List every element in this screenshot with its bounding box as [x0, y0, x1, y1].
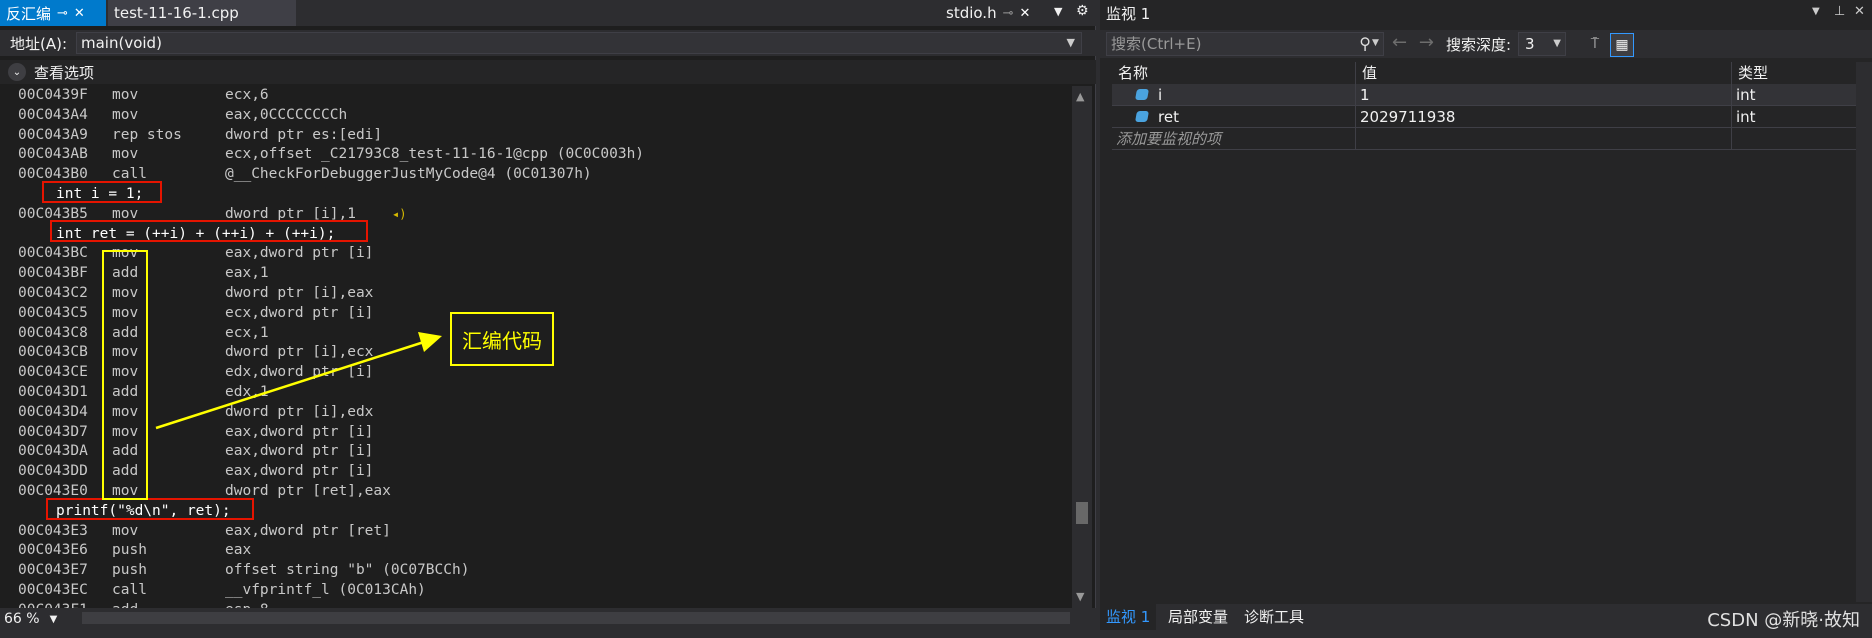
annotation-callout: 汇编代码: [450, 312, 554, 366]
watch-title-bar: 监视 1 ▼ ⊥ ✕: [1100, 0, 1872, 26]
tab-locals[interactable]: 局部变量: [1162, 604, 1234, 630]
chevron-down-icon[interactable]: ▼: [1812, 6, 1820, 17]
watch-row[interactable]: ret 2029711938 int: [1112, 106, 1856, 128]
search-depth-label: 搜索深度:: [1446, 36, 1512, 54]
status-strip: [0, 630, 1872, 638]
tab-diagnostic-tools[interactable]: 诊断工具: [1238, 604, 1310, 630]
column-header-value[interactable]: 值: [1356, 62, 1732, 84]
search-depth-combo[interactable]: 3 ▼: [1518, 32, 1566, 56]
variable-icon: [1135, 111, 1149, 122]
watch-row[interactable]: i 1 int: [1112, 84, 1856, 106]
watch-grid: 名称 值 类型 i 1 int ret 2029711938 int 添加要监视…: [1112, 62, 1856, 602]
watch-scrollbar[interactable]: [1856, 62, 1872, 602]
watch-toolbar: 搜索(Ctrl+E) ⚲ ▼ ← → 搜索深度: 3 ▼ ⍑ ▦: [1100, 30, 1872, 58]
variable-icon: [1135, 89, 1149, 100]
close-icon[interactable]: ✕: [1854, 4, 1865, 19]
column-header-name[interactable]: 名称: [1112, 62, 1356, 84]
search-depth-value: 3: [1525, 35, 1535, 53]
chevron-down-icon[interactable]: ▼: [1553, 33, 1561, 55]
watch-row-type: int: [1732, 106, 1856, 128]
pin-icon[interactable]: ⊥: [1834, 4, 1845, 19]
pin-filter-icon[interactable]: ⍑: [1584, 33, 1606, 55]
column-header-type[interactable]: 类型: [1732, 62, 1856, 84]
watch-row-type: int: [1732, 84, 1856, 106]
tab-watch-1[interactable]: 监视 1: [1100, 604, 1157, 630]
watch-row-name: i: [1158, 86, 1163, 104]
watch-row-value[interactable]: 1: [1356, 84, 1732, 106]
add-watch-item[interactable]: 添加要监视的项: [1112, 128, 1356, 150]
hex-display-icon[interactable]: ▦: [1610, 33, 1634, 57]
watch-add-row[interactable]: 添加要监视的项: [1112, 128, 1856, 150]
forward-arrow-icon[interactable]: →: [1419, 32, 1434, 53]
watch-search-placeholder: 搜索(Ctrl+E): [1111, 35, 1202, 53]
disassembly-pane: 反汇编 ⊸ ✕ test-11-16-1.cpp stdio.h ⊸ ✕ ▼ ⚙…: [0, 0, 1096, 638]
watch-row-name: ret: [1158, 108, 1179, 126]
search-icon[interactable]: ⚲: [1359, 33, 1371, 55]
watch-title: 监视 1: [1106, 4, 1151, 23]
watch-row-value[interactable]: 2029711938: [1356, 106, 1732, 128]
chevron-down-icon[interactable]: ▼: [1372, 38, 1379, 48]
watermark: CSDN @新晓·故知: [1707, 610, 1860, 631]
watch-search-input[interactable]: 搜索(Ctrl+E) ⚲: [1106, 32, 1384, 56]
nav-arrows: ← →: [1392, 32, 1434, 53]
watch-pane: 监视 1 ▼ ⊥ ✕ 搜索(Ctrl+E) ⚲ ▼ ← → 搜索深度: 3 ▼ …: [1100, 0, 1872, 638]
back-arrow-icon[interactable]: ←: [1392, 32, 1407, 53]
tool-window-tabs: 监视 1 局部变量 诊断工具 CSDN @新晓·故知: [1100, 604, 1872, 631]
ide-window: 反汇编 ⊸ ✕ test-11-16-1.cpp stdio.h ⊸ ✕ ▼ ⚙…: [0, 0, 1872, 638]
